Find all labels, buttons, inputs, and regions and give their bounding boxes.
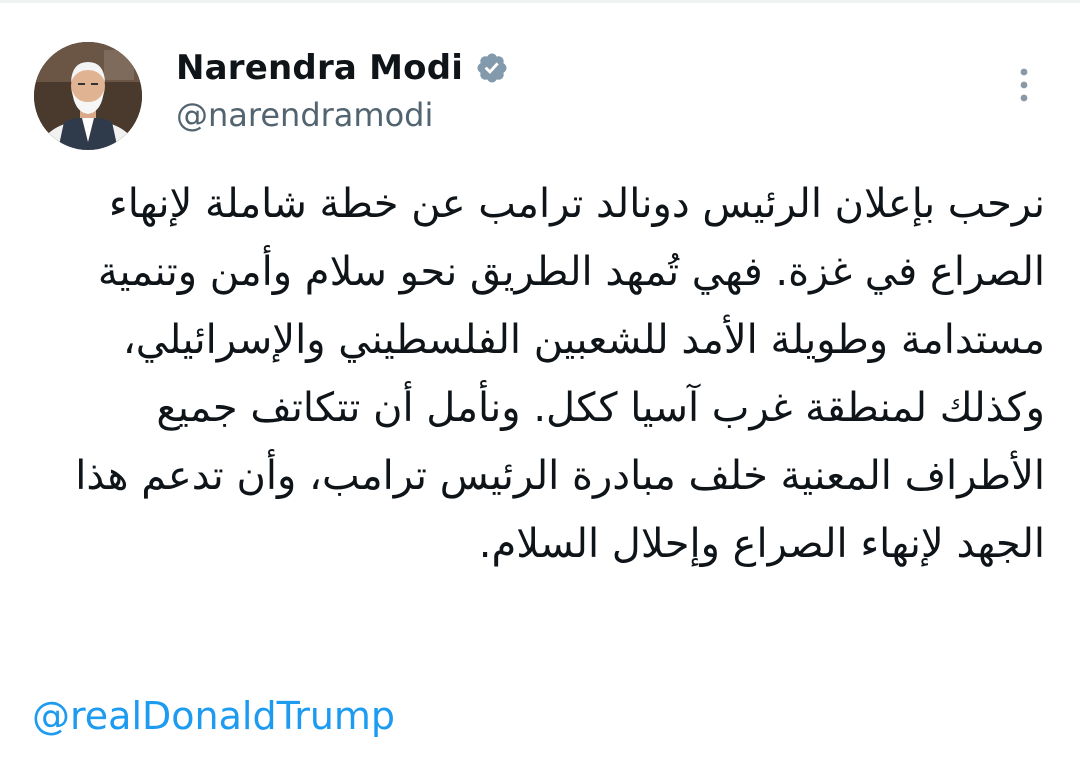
tweet-text-line: الجهد لإنهاء الصراع وإحلال السلام. xyxy=(478,521,1045,567)
tweet-text-line: وكذلك لمنطقة غرب آسيا ككل. ونأمل أن تتكا… xyxy=(156,385,1045,431)
avatar[interactable] xyxy=(34,42,142,150)
tweet-text-line: الأطراف المعنية خلف مبادرة الرئيس ترامب،… xyxy=(75,453,1045,499)
mention-link[interactable]: @realDonaldTrump xyxy=(32,694,395,738)
author-handle[interactable]: @narendramodi xyxy=(176,96,509,134)
tweet-text: نرحب بإعلان الرئيس دونالد ترامب عن خطة ش… xyxy=(30,170,1045,578)
verified-badge-icon[interactable] xyxy=(475,51,509,85)
tweet-text-line: مستدامة وطويلة الأمد للشعبين الفلسطيني و… xyxy=(122,317,1045,363)
tweet-header: Narendra Modi @narendramodi xyxy=(176,44,509,134)
tweet-text-line: الصراع في غزة. فهي تُمهد الطريق نحو سلام… xyxy=(97,249,1045,295)
tweet-text-line: نرحب بإعلان الرئيس دونالد ترامب عن خطة ش… xyxy=(108,181,1045,227)
tweet-card: Narendra Modi @narendramodi نرحب بإعلان … xyxy=(0,0,1080,764)
profile-photo xyxy=(34,42,142,150)
more-vertical-icon[interactable] xyxy=(1006,66,1042,106)
display-name[interactable]: Narendra Modi xyxy=(176,48,463,88)
name-row: Narendra Modi xyxy=(176,44,509,92)
